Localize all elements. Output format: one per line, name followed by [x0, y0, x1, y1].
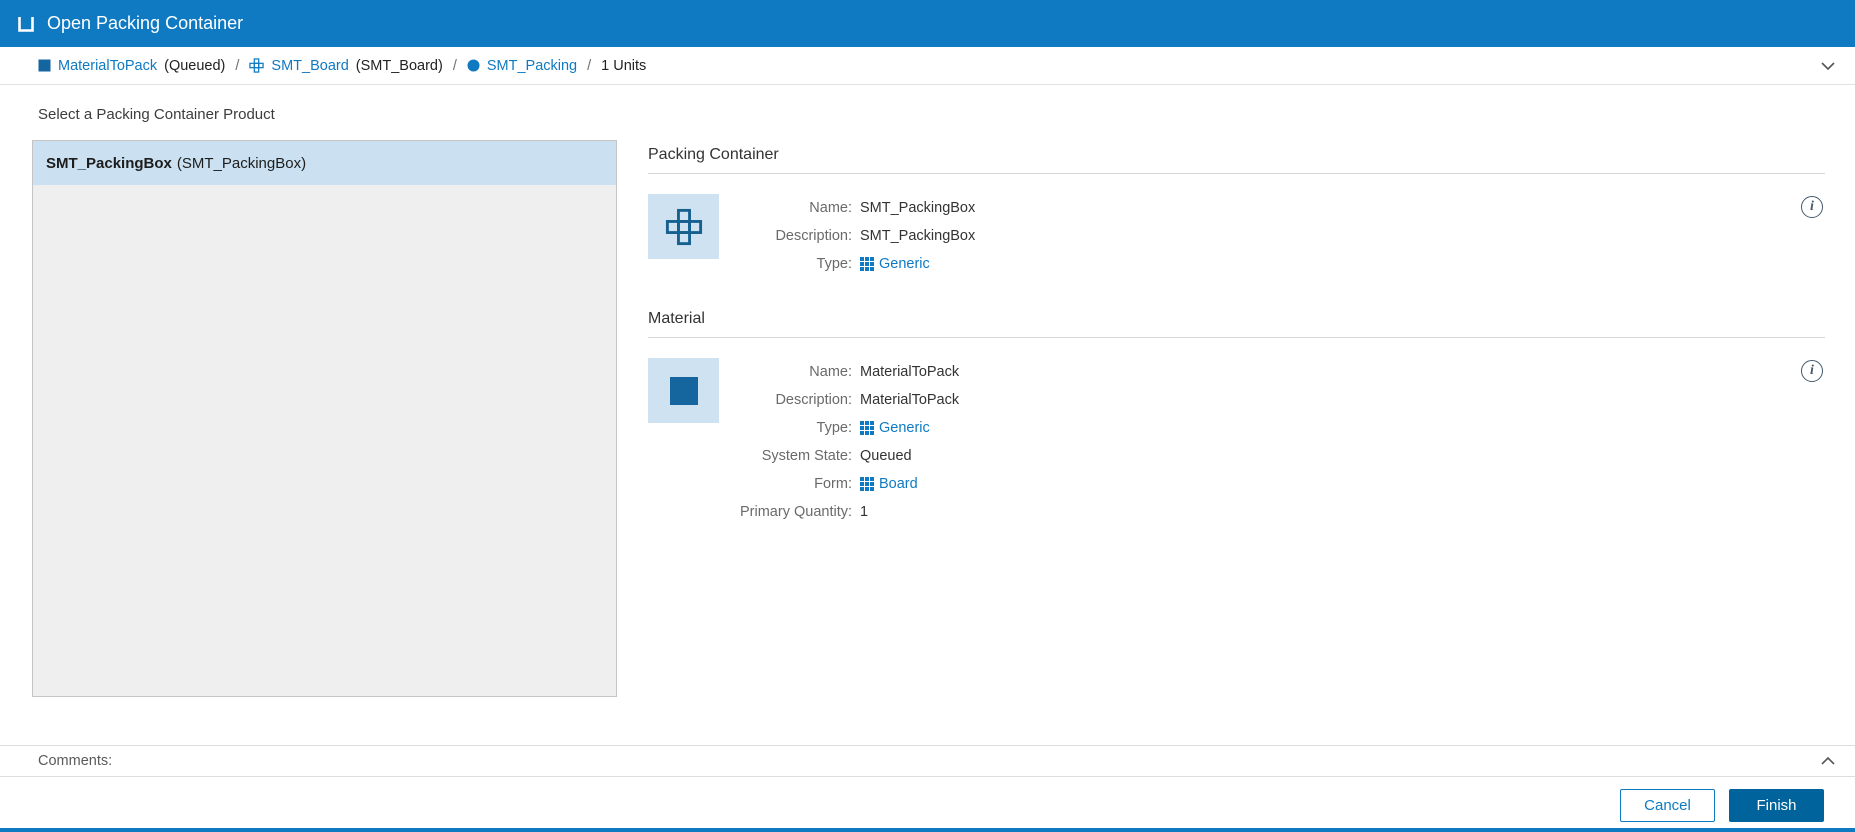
field-value: Queued	[860, 448, 912, 464]
open-container-icon	[16, 14, 36, 34]
packing-container-fields: Name: SMT_PackingBox Description: SMT_Pa…	[727, 194, 975, 278]
dialog-title: Open Packing Container	[47, 13, 244, 33]
field-row-system-state: System State: Queued	[727, 442, 959, 470]
cancel-button[interactable]: Cancel	[1620, 788, 1715, 822]
breadcrumb-material-link[interactable]: MaterialToPack	[58, 58, 157, 74]
breadcrumb-separator: /	[587, 57, 592, 74]
breadcrumb: MaterialToPack (Queued) / SMT_Board (SMT…	[0, 47, 1855, 85]
comments-label: Comments:	[38, 753, 113, 769]
product-suffix: (SMT_PackingBox)	[176, 154, 307, 172]
field-row-name: Name: SMT_PackingBox	[727, 194, 975, 222]
field-label: Type:	[816, 256, 852, 272]
details-panel: Packing Container Name: SMT_PackingBox D…	[648, 146, 1825, 558]
field-label: Primary Quantity:	[740, 504, 852, 520]
operation-circle-icon	[467, 59, 480, 72]
breadcrumb-units: 1 Units	[601, 57, 647, 74]
grid-icon	[860, 257, 874, 271]
packing-box-thumbnail	[648, 194, 719, 259]
packing-container-title: Packing Container	[648, 146, 1825, 174]
list-item-smt-packingbox[interactable]: SMT_PackingBox (SMT_PackingBox)	[33, 141, 616, 185]
window-bottom-border	[0, 828, 1855, 832]
dialog-header: Open Packing Container	[0, 0, 1855, 47]
field-value: 1	[860, 504, 869, 520]
breadcrumb-packing-link[interactable]: SMT_Packing	[487, 58, 577, 74]
breadcrumb-material-state: (Queued)	[164, 57, 226, 74]
info-icon[interactable]: i	[1801, 360, 1823, 382]
material-thumbnail	[648, 358, 719, 423]
dialog-footer: Cancel Finish	[0, 782, 1855, 828]
breadcrumb-board-suffix: (SMT_Board)	[355, 57, 443, 74]
field-row-name: Name: MaterialToPack	[727, 358, 959, 386]
material-form-link[interactable]: Board	[879, 470, 918, 498]
packing-container-product-list: SMT_PackingBox (SMT_PackingBox)	[32, 140, 617, 697]
field-value: MaterialToPack	[860, 392, 960, 408]
field-label: Description:	[775, 228, 852, 244]
breadcrumb-separator: /	[235, 57, 240, 74]
field-value: MaterialToPack	[860, 364, 960, 380]
chevron-down-icon[interactable]	[1819, 57, 1837, 75]
field-row-form: Form: Board	[727, 470, 959, 498]
product-name: SMT_PackingBox	[46, 154, 172, 172]
field-row-type: Type: Generic	[727, 414, 959, 442]
breadcrumb-board-link[interactable]: SMT_Board	[271, 58, 348, 74]
field-label: Name:	[809, 364, 852, 380]
material-type-link[interactable]: Generic	[879, 414, 930, 442]
container-type-link[interactable]: Generic	[879, 250, 930, 278]
finish-button[interactable]: Finish	[1729, 788, 1824, 822]
breadcrumb-separator: /	[452, 57, 457, 74]
field-label: Form:	[814, 476, 852, 492]
grid-icon	[860, 421, 874, 435]
field-row-description: Description: SMT_PackingBox	[727, 222, 975, 250]
field-label: Name:	[809, 200, 852, 216]
chevron-up-icon[interactable]	[1819, 752, 1837, 770]
material-square-icon	[38, 59, 51, 72]
packing-container-section: Packing Container Name: SMT_PackingBox D…	[648, 146, 1825, 278]
field-row-primary-quantity: Primary Quantity: 1	[727, 498, 959, 526]
material-section: Material Name: MaterialToPack Descriptio…	[648, 310, 1825, 526]
material-title: Material	[648, 310, 1825, 338]
select-product-label: Select a Packing Container Product	[38, 106, 275, 123]
field-label: System State:	[761, 448, 852, 464]
material-fields: Name: MaterialToPack Description: Materi…	[727, 358, 959, 526]
info-icon[interactable]: i	[1801, 196, 1823, 218]
comments-bar: Comments:	[0, 745, 1855, 777]
field-value: SMT_PackingBox	[860, 200, 976, 216]
field-label: Description:	[775, 392, 852, 408]
field-label: Type:	[816, 420, 852, 436]
open-packing-container-dialog: Open Packing Container MaterialToPack (Q…	[0, 0, 1855, 832]
field-row-type: Type: Generic	[727, 250, 975, 278]
grid-icon	[860, 477, 874, 491]
board-icon	[249, 58, 265, 73]
field-row-description: Description: MaterialToPack	[727, 386, 959, 414]
field-value: SMT_PackingBox	[860, 228, 976, 244]
